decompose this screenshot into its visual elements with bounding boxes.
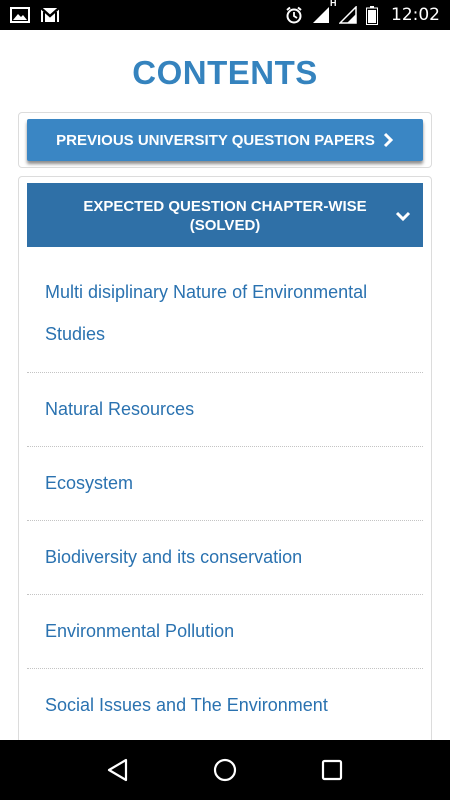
chapter-list: Multi disiplinary Nature of Environmenta…: [27, 253, 423, 740]
previous-papers-button[interactable]: PREVIOUS UNIVERSITY QUESTION PAPERS: [27, 119, 423, 161]
expected-questions-panel: EXPECTED QUESTION CHAPTER-WISE (SOLVED) …: [18, 176, 432, 740]
chapter-item[interactable]: Social Issues and The Environment: [27, 669, 423, 740]
page-title: CONTENTS: [132, 54, 318, 91]
chapter-item[interactable]: Multi disiplinary Nature of Environmenta…: [27, 253, 423, 373]
main-content: CONTENTS PREVIOUS UNIVERSITY QUESTION PA…: [0, 30, 450, 740]
expected-questions-label: EXPECTED QUESTION CHAPTER-WISE (SOLVED): [83, 198, 367, 234]
status-left-icons: [10, 7, 60, 23]
recents-button[interactable]: [312, 750, 352, 790]
alarm-icon: [285, 6, 303, 24]
previous-papers-panel: PREVIOUS UNIVERSITY QUESTION PAPERS: [18, 112, 432, 168]
signal-icon: [312, 6, 330, 24]
back-icon: [107, 758, 129, 782]
recents-icon: [321, 759, 343, 781]
previous-papers-label: PREVIOUS UNIVERSITY QUESTION PAPERS: [56, 131, 375, 149]
back-button[interactable]: [98, 750, 138, 790]
home-button[interactable]: [205, 750, 245, 790]
home-icon: [213, 758, 237, 782]
network-type-label: H: [330, 0, 337, 8]
h-network-icon: H: [330, 0, 357, 24]
status-right-icons: H 12:02: [285, 0, 440, 25]
expected-questions-header[interactable]: EXPECTED QUESTION CHAPTER-WISE (SOLVED): [27, 183, 423, 247]
status-time: 12:02: [391, 5, 440, 25]
status-bar: H 12:02: [0, 0, 450, 30]
chapter-item[interactable]: Environmental Pollution: [27, 595, 423, 669]
chapter-item[interactable]: Natural Resources: [27, 373, 423, 447]
battery-icon: [366, 5, 378, 25]
chapter-item[interactable]: Biodiversity and its conservation: [27, 521, 423, 595]
gmail-icon: [40, 7, 60, 23]
chapter-item[interactable]: Ecosystem: [27, 447, 423, 521]
chevron-down-icon: [395, 209, 411, 226]
chevron-right-icon: [383, 132, 394, 148]
image-icon: [10, 7, 30, 23]
navigation-bar: [0, 740, 450, 800]
